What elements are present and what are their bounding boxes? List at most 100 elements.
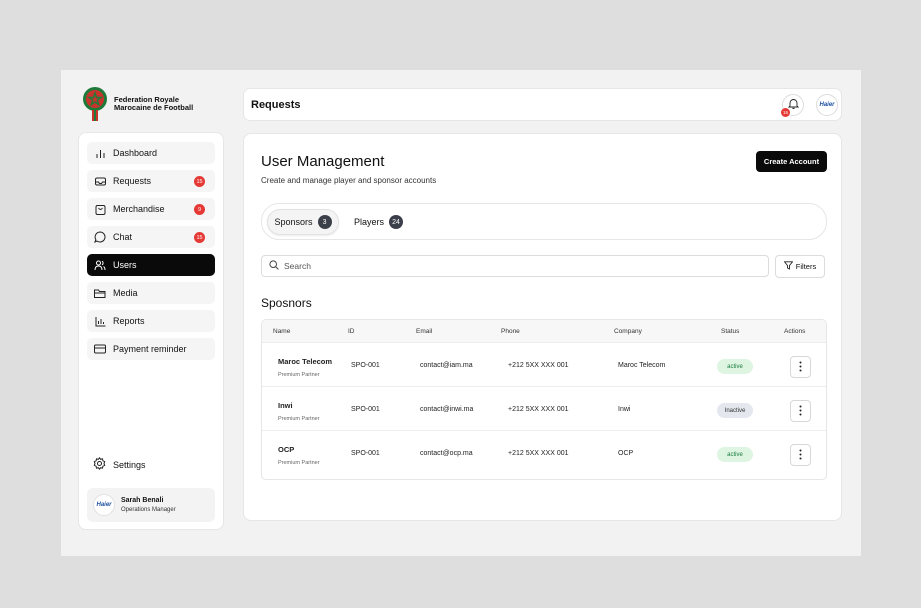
sidebar-item-label: Merchandise	[113, 204, 165, 214]
sidebar: Dashboard Requests 15 Merchandise 9 Chat…	[78, 132, 224, 530]
more-vertical-icon	[799, 449, 802, 462]
page-title: Requests	[251, 99, 301, 111]
sponsor-phone: +212 5XX XXX 001	[508, 450, 569, 457]
column-header-phone: Phone	[501, 328, 520, 335]
sidebar-item-label: Payment reminder	[113, 344, 187, 354]
main-content: User Management Create and manage player…	[243, 133, 842, 521]
sponsor-name: Inwi	[278, 401, 293, 410]
sidebar-item-merchandise[interactable]: Merchandise 9	[87, 198, 215, 220]
merchandise-badge: 9	[194, 204, 205, 215]
search-icon	[269, 257, 279, 275]
requests-badge: 15	[194, 176, 205, 187]
tab-count-badge: 24	[389, 215, 404, 229]
bar-chart-icon	[94, 147, 106, 159]
section-title: Sposnors	[261, 296, 312, 310]
user-role: Operations Manager	[121, 507, 176, 513]
account-type-tabs: Sponsors 3 Players 24	[261, 203, 827, 240]
filter-icon	[783, 261, 794, 272]
filters-label: Filters	[795, 262, 817, 271]
more-vertical-icon	[799, 361, 802, 374]
more-vertical-icon	[799, 405, 802, 418]
sponsor-email: contact@inwi.ma	[420, 406, 474, 413]
sidebar-item-chat[interactable]: Chat 15	[87, 226, 215, 248]
sidebar-item-label: Media	[113, 288, 138, 298]
users-icon	[94, 259, 106, 271]
column-header-status: Status	[721, 328, 740, 335]
tab-label: Sponsors	[274, 217, 313, 227]
column-header-actions: Actions	[784, 328, 806, 335]
column-header-id: ID	[348, 328, 355, 335]
sidebar-item-payment-reminder[interactable]: Payment reminder	[87, 338, 215, 360]
status-badge: active	[717, 359, 753, 374]
brand[interactable]: Federation Royale Marocaine de Football	[82, 86, 193, 122]
tab-players[interactable]: Players 24	[354, 209, 404, 235]
sponsor-id: SPO-001	[351, 406, 380, 413]
search-input[interactable]	[284, 261, 768, 271]
sponsor-id: SPO-001	[351, 450, 380, 457]
tab-label: Players	[354, 217, 385, 227]
sponsors-table: Name ID Email Phone Company Status Actio…	[261, 319, 827, 480]
sidebar-item-dashboard[interactable]: Dashboard	[87, 142, 215, 164]
sidebar-item-label: Reports	[113, 316, 145, 326]
app-frame: Federation Royale Marocaine de Football …	[61, 70, 861, 556]
page-subtitle: Create and manage player and sponsor acc…	[261, 176, 437, 185]
credit-card-icon	[94, 343, 106, 355]
sponsor-email: contact@iam.ma	[420, 362, 473, 369]
top-header: Requests 15 Haier	[243, 88, 842, 121]
sponsor-phone: +212 5XX XXX 001	[508, 362, 569, 369]
notification-badge: 15	[781, 108, 790, 117]
sponsor-name: OCP	[278, 445, 295, 454]
table-row[interactable]: Inwi Premium Partner SPO-001 contact@inw…	[262, 387, 826, 431]
column-header-company: Company	[614, 328, 642, 335]
avatar: Haier	[93, 494, 115, 516]
sidebar-item-requests[interactable]: Requests 15	[87, 170, 215, 192]
inbox-icon	[94, 175, 106, 187]
gear-icon	[93, 456, 106, 472]
sponsor-phone: +212 5XX XXX 001	[508, 406, 569, 413]
sidebar-item-media[interactable]: Media	[87, 282, 215, 304]
search-bar	[261, 255, 769, 277]
settings-label: Settings	[113, 459, 146, 470]
sponsor-company: Inwi	[618, 406, 631, 413]
sponsor-type: Premium Partner	[278, 416, 320, 422]
table-row[interactable]: Maroc Telecom Premium Partner SPO-001 co…	[262, 343, 826, 387]
sidebar-item-settings[interactable]: Settings	[93, 456, 146, 472]
row-actions-button[interactable]	[790, 444, 811, 466]
sponsor-company: Maroc Telecom	[618, 362, 666, 369]
create-account-button[interactable]: Create Account	[756, 151, 827, 172]
chart-icon	[94, 315, 106, 327]
status-badge: active	[717, 447, 753, 462]
row-actions-button[interactable]	[790, 400, 811, 422]
sponsor-name: Maroc Telecom	[278, 357, 333, 366]
sidebar-item-label: Requests	[113, 176, 152, 186]
sidebar-item-users[interactable]: Users	[87, 254, 215, 276]
filters-button[interactable]: Filters	[775, 255, 825, 278]
sidebar-item-label: Dashboard	[113, 148, 158, 158]
chat-bubble-icon	[94, 231, 106, 243]
user-profile-card[interactable]: Haier Sarah Benali Operations Manager	[87, 488, 215, 522]
user-name: Sarah Benali	[121, 497, 164, 504]
header-avatar[interactable]: Haier	[816, 94, 838, 116]
column-header-name: Name	[273, 328, 291, 335]
federation-crest-logo	[82, 86, 108, 122]
table-header: Name ID Email Phone Company Status Actio…	[262, 320, 826, 343]
status-badge: Inactive	[717, 403, 753, 418]
sidebar-item-label: Chat	[113, 232, 133, 242]
folder-icon	[94, 287, 106, 299]
sponsor-company: OCP	[618, 450, 634, 457]
brand-name-line2: Marocaine de Football	[114, 103, 194, 112]
table-row[interactable]: OCP Premium Partner SPO-001 contact@ocp.…	[262, 431, 826, 475]
tab-count-badge: 3	[317, 215, 332, 229]
sidebar-item-label: Users	[113, 260, 137, 270]
tab-sponsors[interactable]: Sponsors 3	[267, 209, 339, 235]
sponsor-email: contact@ocp.ma	[420, 450, 473, 457]
row-actions-button[interactable]	[790, 356, 811, 378]
sponsor-type: Premium Partner	[278, 372, 320, 378]
sidebar-item-reports[interactable]: Reports	[87, 310, 215, 332]
column-header-email: Email	[416, 328, 433, 335]
sponsor-type: Premium Partner	[278, 460, 320, 466]
sponsor-id: SPO-001	[351, 362, 380, 369]
chat-badge: 15	[194, 232, 205, 243]
page-heading: User Management	[261, 153, 385, 170]
shopping-bag-icon	[94, 203, 106, 215]
